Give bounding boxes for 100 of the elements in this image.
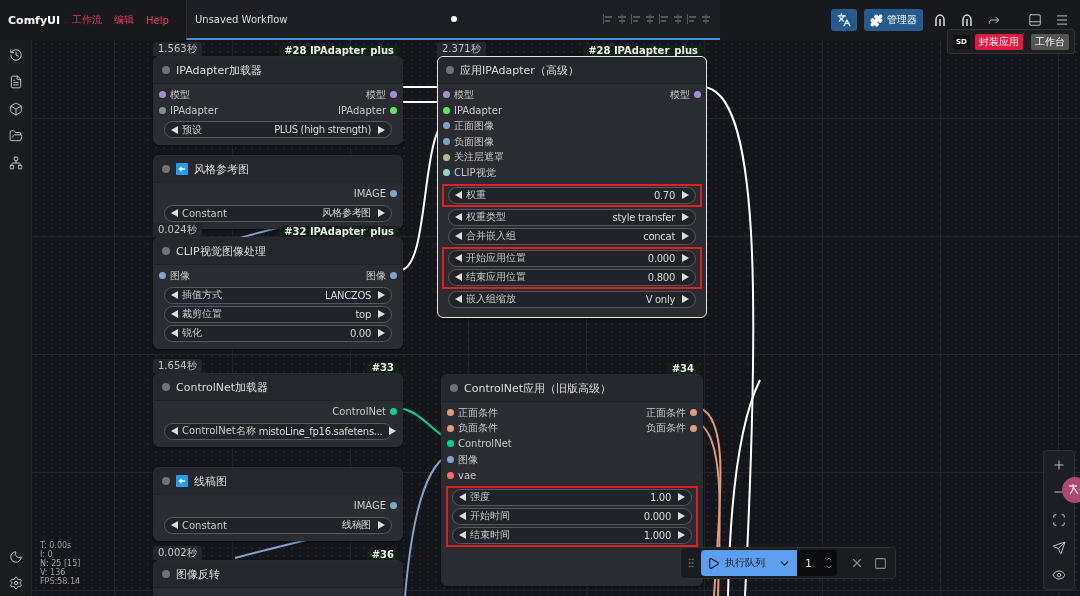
- menu-item[interactable]: 工作流: [72, 13, 103, 27]
- stat-line: I: 0: [40, 550, 54, 559]
- node-card[interactable]: ControlNet加载器 ControlNet ControlNet名称 mistoLine_fp16.safetens...: [153, 373, 403, 447]
- slot-label: 图像: [170, 268, 190, 283]
- execution-time: 0.024秒: [153, 223, 202, 237]
- widget-stepper[interactable]: 开始应用位置 0.000: [448, 249, 696, 267]
- menu-item[interactable]: 编辑: [114, 13, 135, 27]
- widget-value: V only: [645, 293, 676, 305]
- node-id-badge: #32 IPAdapter_plus: [279, 226, 399, 237]
- slot-label: 模型: [670, 87, 690, 102]
- slot-label: IPAdapter: [454, 104, 502, 116]
- widget-label: 嵌入组缩放: [466, 292, 516, 307]
- widget-stepper[interactable]: 裁剪位置 top: [164, 305, 392, 323]
- workbench-button[interactable]: 工作台: [1031, 33, 1069, 50]
- widget-stepper[interactable]: 嵌入组缩放 V only: [448, 290, 696, 308]
- widget-value: style transfer: [612, 211, 677, 223]
- widget-label: 结束时间: [470, 528, 510, 543]
- widget-stepper[interactable]: 锐化 0.00: [164, 324, 392, 342]
- widget-label: 权重: [466, 188, 486, 203]
- widget-stepper[interactable]: 结束时间 1.000: [452, 526, 692, 544]
- widget-value: LANCZOS: [324, 289, 372, 301]
- widget-stepper[interactable]: 结束应用位置 0.800: [448, 268, 696, 286]
- slot-label: IMAGE: [353, 500, 386, 512]
- widget-value: mistoLine_fp16.safetens...: [258, 425, 384, 437]
- widget-value: 0.800: [647, 271, 676, 283]
- widget-label: 锐化: [182, 326, 202, 341]
- node-title: 应用IPAdapter（高级）: [460, 62, 579, 78]
- slot-label: 图像: [366, 268, 386, 283]
- slot-label: 图像: [458, 452, 478, 467]
- widget-label: ControlNet名称: [182, 424, 256, 439]
- node-card[interactable]: ControlNet应用（旧版高级） 正面条件 正面条件 负面条件 负面条件 ControlNet 图像 vae 强度 1.00 开始时间 0.000 结束时间 1.000: [441, 374, 703, 586]
- publish-button[interactable]: 封装应用: [974, 33, 1023, 50]
- node-card[interactable]: IPAdapter加载器 模型 模型 IPAdapter IPAdapter 预设 PLUS (high strength): [153, 56, 403, 146]
- slot-label: IPAdapter: [170, 104, 218, 116]
- widget-label: Constant: [182, 207, 227, 219]
- slot-label: 负面条件: [646, 421, 686, 436]
- widget-stepper[interactable]: 权重 0.70: [448, 186, 696, 204]
- slot-label: IMAGE: [353, 188, 386, 200]
- widget-label: 预设: [182, 122, 202, 137]
- widget-stepper[interactable]: Constant 风格参考图: [164, 204, 392, 222]
- widget-label: 开始时间: [470, 509, 510, 524]
- node-id-badge: #33: [366, 362, 399, 373]
- node-card[interactable]: 线稿图 IMAGE Constant 线稿图: [153, 467, 403, 541]
- widget-value: 风格参考图: [322, 206, 372, 221]
- widget-value: 0.000: [647, 252, 676, 264]
- widget-label: 合并嵌入组: [466, 229, 516, 244]
- widget-value: top: [355, 308, 372, 320]
- workflow-title: Unsaved Workflow: [195, 13, 289, 25]
- stat-line: V: 136: [40, 568, 66, 577]
- widget-value: 0.000: [643, 510, 672, 522]
- widget-stepper[interactable]: 插值方式 LANCZOS: [164, 286, 392, 304]
- widget-stepper[interactable]: 预设 PLUS (high strength): [164, 121, 392, 139]
- widget-value: 0.00: [349, 327, 372, 339]
- slot-label: 正面图像: [454, 119, 494, 133]
- widget-stepper[interactable]: 合并嵌入组 concat: [448, 227, 696, 245]
- slot-label: 正面条件: [458, 405, 498, 420]
- node-id-badge: #28 IPAdapter_plus: [279, 45, 399, 56]
- node-card[interactable]: 应用IPAdapter（高级） 模型 模型 IPAdapter 正面图像 负面图像 关注层遮罩 CLIP视觉 权重 0.70 权重类型 style transfer 合并嵌入组 concat 开始应用位置 0.000 结束应用位置 0.800 嵌入组缩放 V only: [437, 56, 707, 318]
- slot-label: ControlNet: [458, 438, 512, 450]
- widget-value: 1.00: [649, 491, 672, 503]
- node-title: 线稿图: [194, 473, 227, 489]
- run-queue-button[interactable]: 执行队列: [701, 550, 797, 576]
- node-title: CLIP视觉图像处理: [176, 243, 266, 259]
- slot-label: 正面条件: [646, 405, 686, 420]
- node-card[interactable]: 图像反转: [153, 560, 403, 596]
- slot-label: 模型: [170, 87, 190, 102]
- widget-label: 强度: [470, 490, 490, 505]
- slot-label: 模型: [366, 87, 386, 102]
- slot-label: 关注层遮罩: [454, 150, 504, 165]
- slot-label: 负面图像: [454, 134, 494, 149]
- node-title: ControlNet应用（旧版高级）: [464, 380, 612, 396]
- widget-value: 0.70: [653, 189, 676, 201]
- node-title: IPAdapter加载器: [176, 62, 262, 78]
- slot-label: 模型: [454, 87, 474, 102]
- widget-label: 插值方式: [182, 288, 222, 303]
- widget-stepper[interactable]: Constant 线稿图: [164, 516, 392, 534]
- widget-stepper[interactable]: 强度 1.00: [452, 488, 692, 506]
- execution-time: 0.002秒: [153, 546, 202, 560]
- widget-stepper[interactable]: 开始时间 0.000: [452, 507, 692, 525]
- widget-label: Constant: [182, 519, 227, 531]
- node-title: 风格参考图: [194, 161, 249, 177]
- widget-stepper[interactable]: 权重类型 style transfer: [448, 208, 696, 226]
- node-title: 图像反转: [176, 566, 220, 582]
- manager-button[interactable]: 管理器: [864, 9, 923, 31]
- stat-line: FPS:58.14: [40, 577, 81, 586]
- menu-item[interactable]: Help: [146, 14, 169, 26]
- execution-time: 2.371秒: [437, 42, 486, 56]
- app-logo[interactable]: ComfyUI: [8, 13, 61, 27]
- widget-value: PLUS (high strength): [274, 124, 372, 136]
- batch-count-field[interactable]: 1: [797, 550, 837, 576]
- slot-label: vae: [458, 469, 477, 481]
- stat-line: N: 25 [15]: [40, 559, 81, 568]
- execution-time: 1.654秒: [153, 359, 202, 373]
- node-id-badge: #34: [666, 363, 699, 374]
- slot-label: IPAdapter: [338, 104, 386, 116]
- node-id-badge: #28 IPAdapter_plus: [583, 45, 703, 56]
- node-card[interactable]: CLIP视觉图像处理 图像 图像 插值方式 LANCZOS 裁剪位置 top 锐化 0.00: [153, 237, 403, 349]
- slot-label: CLIP视觉: [454, 165, 496, 180]
- execution-time: 1.563秒: [153, 42, 202, 56]
- widget-value: concat: [643, 230, 676, 242]
